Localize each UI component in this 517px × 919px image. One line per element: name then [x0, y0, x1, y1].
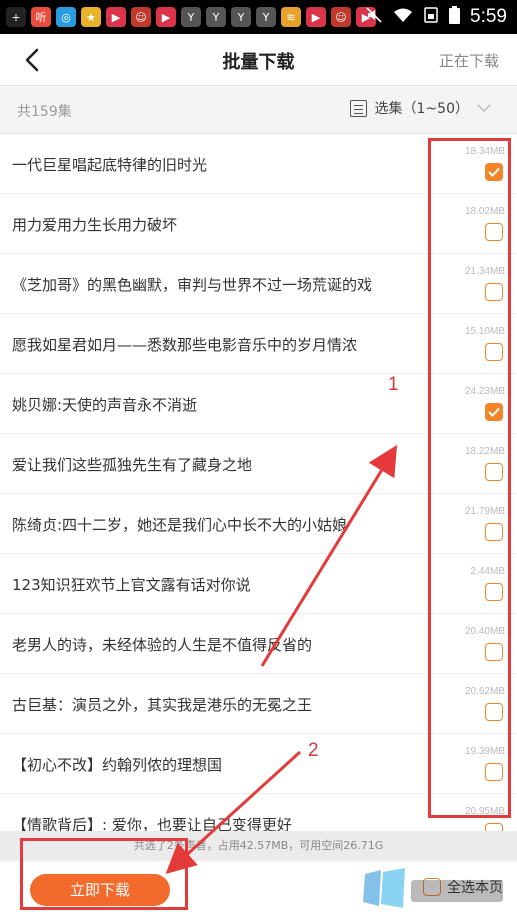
episode-row[interactable]: 【初心不改】约翰列侬的理想国 19.39MB	[0, 734, 517, 794]
episode-checkbox[interactable]	[485, 283, 503, 301]
annotation-label-2: 2	[308, 740, 319, 761]
avatar-app-icon: ☺	[131, 7, 151, 27]
episode-size: 20.40MB	[464, 626, 505, 637]
y-app-icon: Y	[231, 7, 251, 27]
episode-title: 姚贝娜:天使的声音永不消逝	[12, 396, 198, 414]
video-app-icon: ▶	[306, 7, 326, 27]
episode-size: 21.79MB	[464, 506, 505, 517]
status-bar: + 听 ◎ ★ ▶ ☺ ▶ Y Y Y Y ≋ ▶ ☺ ▶ 5:59	[0, 0, 517, 34]
episode-checkbox[interactable]	[485, 643, 503, 661]
episode-size: 21.34MB	[464, 266, 505, 277]
episode-size: 18.02MB	[464, 206, 505, 217]
episode-size: 18.34MB	[464, 146, 505, 157]
title-bar: 批量下载 正在下载	[0, 34, 517, 86]
episode-checkbox[interactable]	[485, 583, 503, 601]
episode-size: 19.39MB	[464, 746, 505, 757]
episode-title: 老男人的诗，未经体验的人生是不值得反省的	[12, 636, 313, 654]
range-label: 选集（1~50）	[374, 101, 469, 117]
annotation-label-1: 1	[388, 374, 399, 395]
episode-row[interactable]: 123知识狂欢节上官文露有话对你说 2.44MB	[0, 554, 517, 614]
episode-checkbox[interactable]	[485, 763, 503, 781]
episode-row[interactable]: 陈绮贞:四十二岁，她还是我们心中长不大的小姑娘 21.79MB	[0, 494, 517, 554]
episode-size: 20.62MB	[464, 686, 505, 697]
video-app-icon: ▶	[156, 7, 176, 27]
episode-row[interactable]: 一代巨星唱起底特律的旧时光 18.34MB	[0, 134, 517, 194]
y-app-icon: Y	[256, 7, 276, 27]
episode-row[interactable]: 《芝加哥》的黑色幽默，审判与世界不过一场荒诞的戏 21.34MB	[0, 254, 517, 314]
app-screen: + 听 ◎ ★ ▶ ☺ ▶ Y Y Y Y ≋ ▶ ☺ ▶ 5:59 批量下载 正在下载 共159集	[0, 0, 517, 919]
episode-checkbox[interactable]	[485, 343, 503, 361]
y-app-icon: Y	[206, 7, 226, 27]
summary-bar: 共159集 选集（1~50）	[0, 86, 517, 134]
episode-title: 《芝加哥》的黑色幽默，审判与世界不过一场荒诞的戏	[12, 276, 373, 294]
wifi-icon	[393, 6, 413, 28]
episode-list: 一代巨星唱起底特律的旧时光 18.34MB 用力爱用力生长用力破坏 18.02MB 《芝…	[0, 134, 517, 854]
bottom-bar: 立即下载 全选本页	[0, 861, 517, 919]
avatar-app-icon: ☺	[331, 7, 351, 27]
star-app-icon: ★	[81, 7, 101, 27]
episode-size: 24.23MB	[464, 386, 505, 397]
chevron-down-icon	[477, 104, 491, 113]
episode-row[interactable]: 老男人的诗，未经体验的人生是不值得反省的 20.40MB	[0, 614, 517, 674]
episode-row[interactable]: 用力爱用力生长用力破坏 18.02MB	[0, 194, 517, 254]
episode-title: 爱让我们这些孤独先生有了藏身之地	[12, 456, 253, 474]
add-icon: +	[6, 7, 26, 27]
notification-icons: + 听 ◎ ★ ▶ ☺ ▶ Y Y Y Y ≋ ▶ ☺ ▶	[0, 7, 376, 27]
episode-size: 18.22MB	[464, 446, 505, 457]
episode-size: 20.95MB	[464, 806, 505, 817]
episode-title: 一代巨星唱起底特律的旧时光	[12, 156, 208, 174]
episode-checkbox[interactable]	[485, 523, 503, 541]
episode-range-selector[interactable]: 选集（1~50）	[349, 98, 491, 118]
status-bar-right: 5:59	[365, 0, 507, 34]
list-icon	[349, 99, 367, 117]
checkmark-icon	[488, 167, 500, 177]
episode-title: 【初心不改】约翰列侬的理想国	[12, 756, 223, 774]
episode-row[interactable]: 爱让我们这些孤独先生有了藏身之地 18.22MB	[0, 434, 517, 494]
episode-size: 15.10MB	[464, 326, 505, 337]
wifi-app-icon: ≋	[281, 7, 301, 27]
episode-checkbox[interactable]	[485, 463, 503, 481]
clock: 5:59	[470, 6, 507, 27]
episode-row[interactable]: 姚贝娜:天使的声音永不消逝 24.23MB	[0, 374, 517, 434]
episode-checkbox[interactable]	[485, 403, 503, 421]
episode-checkbox[interactable]	[485, 703, 503, 721]
sim-icon	[423, 6, 439, 28]
episode-title: 古巨基：演员之外，其实我是港乐的无冕之王	[12, 696, 313, 714]
episode-row[interactable]: 古巨基：演员之外，其实我是港乐的无冕之王 20.62MB	[0, 674, 517, 734]
mute-icon	[365, 6, 383, 29]
episode-checkbox[interactable]	[485, 163, 503, 181]
episode-title: 123知识狂欢节上官文露有话对你说	[12, 576, 251, 594]
episode-title: 愿我如星君如月——悉数那些电影音乐中的岁月情浓	[12, 336, 358, 354]
video-app-icon: ▶	[106, 7, 126, 27]
select-all-label: 全选本页	[447, 880, 503, 896]
episode-row[interactable]: 愿我如星君如月——悉数那些电影音乐中的岁月情浓 15.10MB	[0, 314, 517, 374]
select-all-checkbox[interactable]	[423, 878, 441, 896]
episode-count: 共159集	[17, 104, 72, 120]
episode-title: 用力爱用力生长用力破坏	[12, 216, 178, 234]
y-app-icon: Y	[181, 7, 201, 27]
episode-size: 2.44MB	[470, 566, 505, 577]
battery-icon	[449, 5, 461, 29]
checkmark-icon	[488, 407, 500, 417]
download-now-button[interactable]: 立即下载	[30, 874, 170, 906]
select-all-toggle[interactable]: 全选本页	[423, 877, 503, 897]
episode-checkbox[interactable]	[485, 223, 503, 241]
downloading-link[interactable]: 正在下载	[439, 50, 499, 71]
selection-summary: 共选了2条声音，占用42.57MB，可用空间26.71G	[0, 831, 517, 861]
ting-app-icon: 听	[31, 7, 51, 27]
circle-app-icon: ◎	[56, 7, 76, 27]
episode-title: 陈绮贞:四十二岁，她还是我们心中长不大的小姑娘	[12, 516, 348, 534]
